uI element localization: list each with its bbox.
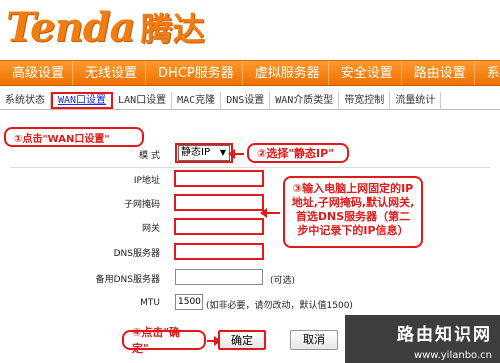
dns-input[interactable] (174, 243, 264, 260)
dns2-label: 备用DNS服务器 (95, 275, 160, 285)
ip-input[interactable] (174, 170, 264, 187)
mask-label: 子网掩码 (123, 200, 160, 210)
dns-label: DNS服务器 (113, 249, 160, 259)
nav-dhcp[interactable]: DHCP服务器 (146, 61, 243, 85)
mtu-input-value: 1500 (178, 297, 201, 307)
mtu-input[interactable]: 1500 (175, 294, 203, 310)
watermark-title: 路由知识网 (397, 325, 492, 345)
chevron-down-icon: ▼ (219, 148, 226, 157)
callout-step1-text: ①点击"WAN口设置" (14, 133, 110, 145)
arrow-step3 (266, 212, 280, 214)
nav-routing[interactable]: 路由设置 (402, 61, 475, 85)
nav-system[interactable]: 系 (475, 61, 500, 85)
arrow-step4 (207, 336, 221, 346)
callout-step2: ②选择"静态IP" (247, 143, 349, 163)
nav-wireless[interactable]: 无线设置 (73, 61, 147, 85)
tenda-logo: Tenda 腾达 (6, 2, 205, 52)
mode-select[interactable]: 静态IP ▼ (178, 145, 230, 161)
callout-step2-text: ②选择"静态IP" (257, 147, 334, 160)
dns2-input[interactable] (175, 269, 263, 285)
callout-step1: ①点击"WAN口设置" (4, 127, 144, 147)
ip-label: IP地址 (133, 176, 160, 186)
callout-step3-text: ③输入电脑上网固定的IP地址,子网掩码,默认网关,首选DNS服务器（第二步中记录… (291, 182, 415, 237)
subnav-status[interactable]: 系统状态 (0, 92, 51, 109)
nav-advanced[interactable]: 高级设置 (0, 61, 74, 85)
gateway-label: 网关 (141, 224, 160, 234)
cancel-button[interactable]: 取消 (290, 330, 338, 350)
subnav-dns[interactable]: DNS设置 (221, 92, 271, 109)
watermark-url: www.yilanbo.cn (413, 350, 492, 361)
ok-button[interactable]: 确定 (218, 330, 266, 350)
arrow-step2 (234, 153, 244, 155)
mtu-label: MTU (140, 298, 160, 308)
router-admin-page: Tenda 腾达 高级设置 无线设置 DHCP服务器 虚拟服务器 安全设置 路由… (0, 0, 500, 363)
sub-nav: 系统状态 WAN口设置 LAN口设置 MAC克隆 DNS设置 WAN介质类型 带… (0, 92, 500, 110)
callout-step4: ④点击"确定" (122, 326, 206, 355)
mask-input[interactable] (174, 194, 264, 211)
ok-button-label: 确定 (231, 334, 253, 347)
subnav-wan-media[interactable]: WAN介质类型 (270, 92, 340, 109)
gateway-input[interactable] (174, 218, 264, 235)
nav-security[interactable]: 安全设置 (329, 61, 402, 85)
callout-step3: ③输入电脑上网固定的IP地址,子网掩码,默认网关,首选DNS服务器（第二步中记录… (283, 176, 423, 248)
mode-select-value: 静态IP (181, 147, 210, 158)
divider (10, 167, 490, 168)
cancel-button-label: 取消 (303, 333, 325, 346)
mtu-note: (如非必要，请勿改动，默认值1500) (206, 301, 353, 311)
subnav-wan[interactable]: WAN口设置 (51, 92, 114, 109)
logo-text-cn: 腾达 (140, 10, 205, 48)
subnav-mac-clone[interactable]: MAC克隆 (172, 92, 222, 109)
main-nav: 高级设置 无线设置 DHCP服务器 虚拟服务器 安全设置 路由设置 系 (0, 60, 500, 86)
dns2-note: (可选) (270, 276, 296, 286)
subnav-lan[interactable]: LAN口设置 (113, 92, 173, 109)
subnav-bandwidth[interactable]: 带宽控制 (339, 92, 391, 109)
nav-virtual-server[interactable]: 虚拟服务器 (243, 61, 329, 85)
callout-step4-text: ④点击"确定" (132, 326, 181, 355)
logo-text-en: Tenda (6, 3, 136, 51)
mode-label: 模 式 (139, 151, 160, 161)
subnav-traffic[interactable]: 流量统计 (390, 92, 442, 109)
